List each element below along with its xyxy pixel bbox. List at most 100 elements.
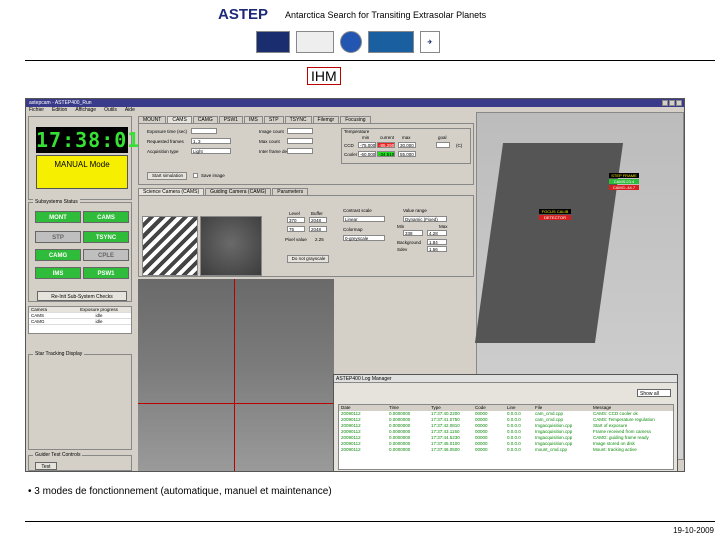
tab-parameters[interactable]: Parameters (272, 188, 309, 195)
tab-mount[interactable]: MOUNT (138, 116, 167, 123)
partner-logos: ✈ (256, 30, 440, 54)
close-icon[interactable] (676, 100, 682, 106)
frames-select[interactable]: 1, 3 (191, 138, 231, 144)
buffer-field-1[interactable]: 2048 (309, 217, 327, 223)
subsystem-psw1[interactable]: PSW1 (83, 267, 129, 279)
buffer-label: Buffer (311, 211, 323, 216)
colormap-label: Colormap (343, 227, 363, 232)
show-all-select[interactable]: Show all (637, 389, 671, 397)
colormap-select[interactable]: 0-greyscale (343, 235, 385, 241)
subsystem-stp[interactable]: STP (35, 231, 81, 243)
top-tabs: MOUNT CAMS CAMG PSW1 IMS STP TSYNC Filem… (138, 116, 371, 123)
camera-tabs: Science Camera (CAMS) Guiding Camera (CA… (138, 188, 309, 195)
menu-view[interactable]: Affichage (75, 107, 96, 114)
delay-input[interactable] (287, 148, 313, 154)
exposure-panel: Exposure time (sec) Requested frames 1, … (138, 123, 474, 185)
acq-type-select[interactable]: Light (191, 148, 231, 154)
telescope-tag: CAMS:23.4 (609, 179, 639, 184)
log-titlebar: ASTEP400 Log Manager (334, 375, 677, 383)
img-count-label: Image count (259, 129, 284, 134)
menu-help[interactable]: Aide (125, 107, 135, 114)
tab-guiding-camera[interactable]: Guiding Camera (CAMG) (205, 188, 272, 195)
tab-camg[interactable]: CAMG (192, 116, 218, 123)
subsystems-frame: Subsystems Status MONT CAMS STP TSYNC CA… (28, 199, 132, 302)
min-field[interactable]: 338 (403, 230, 423, 236)
telescope-tag: DETECTOR (539, 215, 571, 220)
temp-row-name: CCD (344, 143, 354, 148)
log-cell: 0.0.0.0 (507, 447, 521, 452)
log-cell: 0.0000000 (389, 447, 411, 452)
save-image-checkbox[interactable] (193, 173, 198, 178)
tab-tsync[interactable]: TSYNC (284, 116, 312, 123)
clock-display: 17:38:01 (36, 127, 141, 153)
temp-ccd-goal[interactable] (436, 142, 450, 148)
temp-cooler-max: 55.000 (398, 151, 416, 157)
slide-title: ASTEP (218, 6, 269, 23)
log-row[interactable]: 20090112 0.0000000 17:37:46.0500 00000 0.0.0… (339, 447, 673, 453)
camera-image-display[interactable] (138, 279, 334, 471)
tab-psw1[interactable]: PSW1 (218, 116, 243, 123)
camera-progress-table: Camera Exposure progress CAMS idle CAMG … (28, 306, 132, 334)
grayscale-button[interactable]: Do not grayscale (287, 255, 329, 263)
exp-time-label: Exposure time (sec) (147, 129, 188, 134)
tab-focusing[interactable]: Focusing (340, 116, 371, 123)
level-field-2[interactable]: 75 (287, 226, 305, 232)
buffer-field-2[interactable]: 2048 (309, 226, 327, 232)
value-range-label: Value range (403, 208, 427, 213)
menu-file[interactable]: Fichier (29, 107, 44, 114)
max-field[interactable]: 4.28 (427, 230, 447, 236)
subsystem-cple[interactable]: CPLE (83, 249, 129, 261)
exp-time-input[interactable] (191, 128, 217, 134)
pixel-value-label: Pixel value (285, 237, 307, 242)
value-range-select[interactable]: Dynamic (Fixed) (403, 216, 447, 222)
table-cell: idle (95, 313, 103, 318)
subsystem-camg[interactable]: CAMG (35, 249, 81, 261)
table-header: Camera (31, 307, 48, 312)
background-field: 1.84 (427, 239, 447, 245)
log-cell: 00000 (475, 447, 488, 452)
start-simulation-button[interactable]: Start simulation (147, 172, 187, 180)
table-cell: CAMS (31, 313, 45, 318)
guider-test-frame: Guider Test Controls Test (28, 452, 132, 471)
sdev-field: 1.56 (427, 246, 447, 252)
minimize-icon[interactable] (662, 100, 668, 106)
menu-edit[interactable]: Edition (52, 107, 67, 114)
maximize-icon[interactable] (669, 100, 675, 106)
subsystem-ims[interactable]: IMS (35, 267, 81, 279)
table-row: CAMG idle (29, 319, 131, 325)
telescope-tag: CAMG:-44.7 (609, 185, 639, 190)
temp-cooler-min: -60.000 (358, 151, 376, 157)
temperature-frame: Temperature min current max goal CCD -75… (341, 128, 471, 164)
star-tracking-label: Star Tracking Display (33, 351, 85, 357)
temp-col-current: current (380, 135, 395, 140)
bullet-text: 3 modes de fonctionnement (automatique, … (34, 486, 332, 497)
subsystem-cams[interactable]: CAMS (83, 211, 129, 223)
log-cell: 20090112 (341, 447, 361, 452)
menu-tools[interactable]: Outils (104, 107, 117, 114)
telescope-tag: STEP FRAME (609, 173, 639, 178)
science-thumbnail[interactable] (142, 216, 198, 276)
temp-reset[interactable]: (C) (456, 143, 462, 148)
log-cell: Mount: tracking active (593, 447, 637, 452)
min-label: Min (397, 224, 405, 229)
tab-ims[interactable]: IMS (243, 116, 263, 123)
log-cell: 17:37:46.0500 (431, 447, 460, 452)
contrast-select[interactable]: Linear (343, 216, 385, 222)
temp-ccd-min: -75.000 (358, 142, 376, 148)
tab-cams[interactable]: CAMS (167, 116, 192, 123)
temp-row-name: Cooler (344, 152, 358, 157)
tab-science-camera[interactable]: Science Camera (CAMS) (138, 188, 205, 195)
fizeau-logo (296, 31, 334, 53)
subsystem-mont[interactable]: MONT (35, 211, 81, 223)
footer-date: 19-10-2009 (673, 526, 714, 535)
window-title: astepcam - ASTEP400_Run (29, 100, 92, 106)
guiding-thumbnail[interactable] (200, 216, 262, 276)
level-field-1[interactable]: 370 (287, 217, 305, 223)
tab-filemgr[interactable]: Filemgr (312, 116, 340, 123)
test-button[interactable]: Test (35, 462, 57, 470)
tab-stp[interactable]: STP (263, 116, 284, 123)
dlr-logo: ✈ (420, 31, 440, 53)
reinit-button[interactable]: Re-Init Sub-System Checks (37, 291, 127, 301)
subsystem-tsync[interactable]: TSYNC (83, 231, 129, 243)
guider-test-label: Guider Test Controls (33, 452, 83, 458)
